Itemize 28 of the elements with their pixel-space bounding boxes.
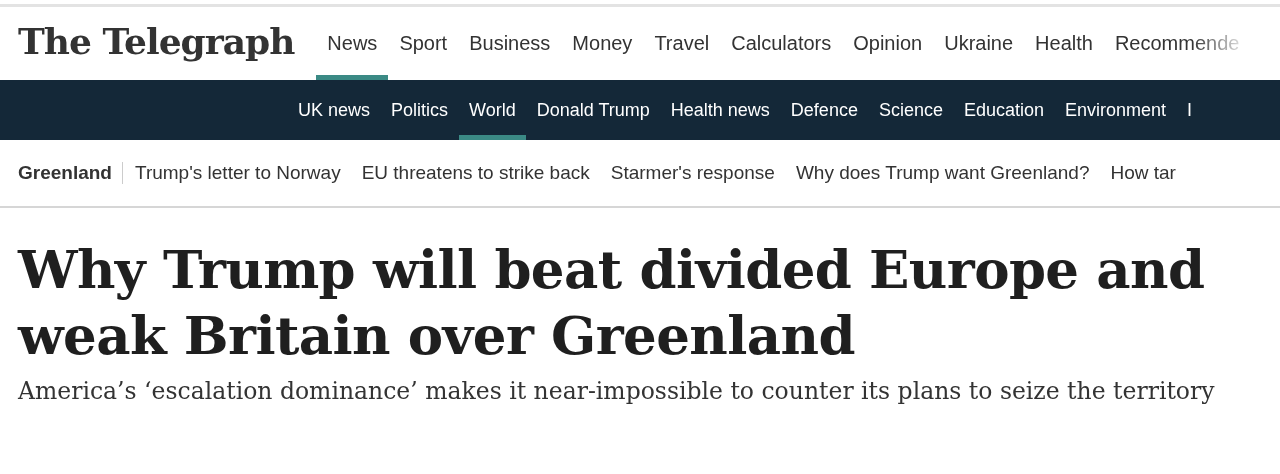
nav-tab[interactable]: Business xyxy=(458,7,562,80)
article-headline: Why Trump will beat divided Europe and weak Britain over Greenland xyxy=(18,237,1206,368)
topic-link[interactable]: Trump's letter to Norway xyxy=(135,162,341,184)
nav-tab[interactable]: Money xyxy=(561,7,644,80)
section-tab[interactable]: Health news xyxy=(660,80,780,140)
topic-link[interactable]: How tar xyxy=(1110,162,1176,184)
section-tab[interactable]: I xyxy=(1177,80,1203,140)
section-tab[interactable]: Politics xyxy=(381,80,459,140)
topic-link[interactable]: Starmer's response xyxy=(610,162,775,184)
section-tab[interactable]: Defence xyxy=(780,80,868,140)
nav-tab[interactable]: Health xyxy=(1024,7,1104,80)
nav-tab[interactable]: Sport xyxy=(388,7,459,80)
article-standfirst: America’s ‘escalation dominance’ makes it near-impossible to counter its plans to seize the territory xyxy=(18,376,1216,407)
nav-tab[interactable]: Recommende xyxy=(1103,7,1251,80)
topic-link[interactable]: Why does Trump want Greenland? xyxy=(795,162,1090,184)
site-logo[interactable]: The Telegraph xyxy=(18,19,295,68)
nav-tab[interactable]: Ukraine xyxy=(933,7,1025,80)
section-tab[interactable]: Science xyxy=(868,80,953,140)
section-tab[interactable]: UK news xyxy=(288,80,381,140)
nav-tab[interactable]: Calculators xyxy=(720,7,843,80)
nav-tab[interactable]: Travel xyxy=(643,7,721,80)
section-tab[interactable]: World xyxy=(459,80,526,140)
section-tab[interactable]: Environment xyxy=(1055,80,1177,140)
topic-title: Greenland xyxy=(18,162,123,184)
nav-tab[interactable]: Opinion xyxy=(842,7,934,80)
section-tab[interactable]: Education xyxy=(953,80,1054,140)
section-tab[interactable]: Donald Trump xyxy=(526,80,660,140)
topic-link[interactable]: EU threatens to strike back xyxy=(361,162,590,184)
